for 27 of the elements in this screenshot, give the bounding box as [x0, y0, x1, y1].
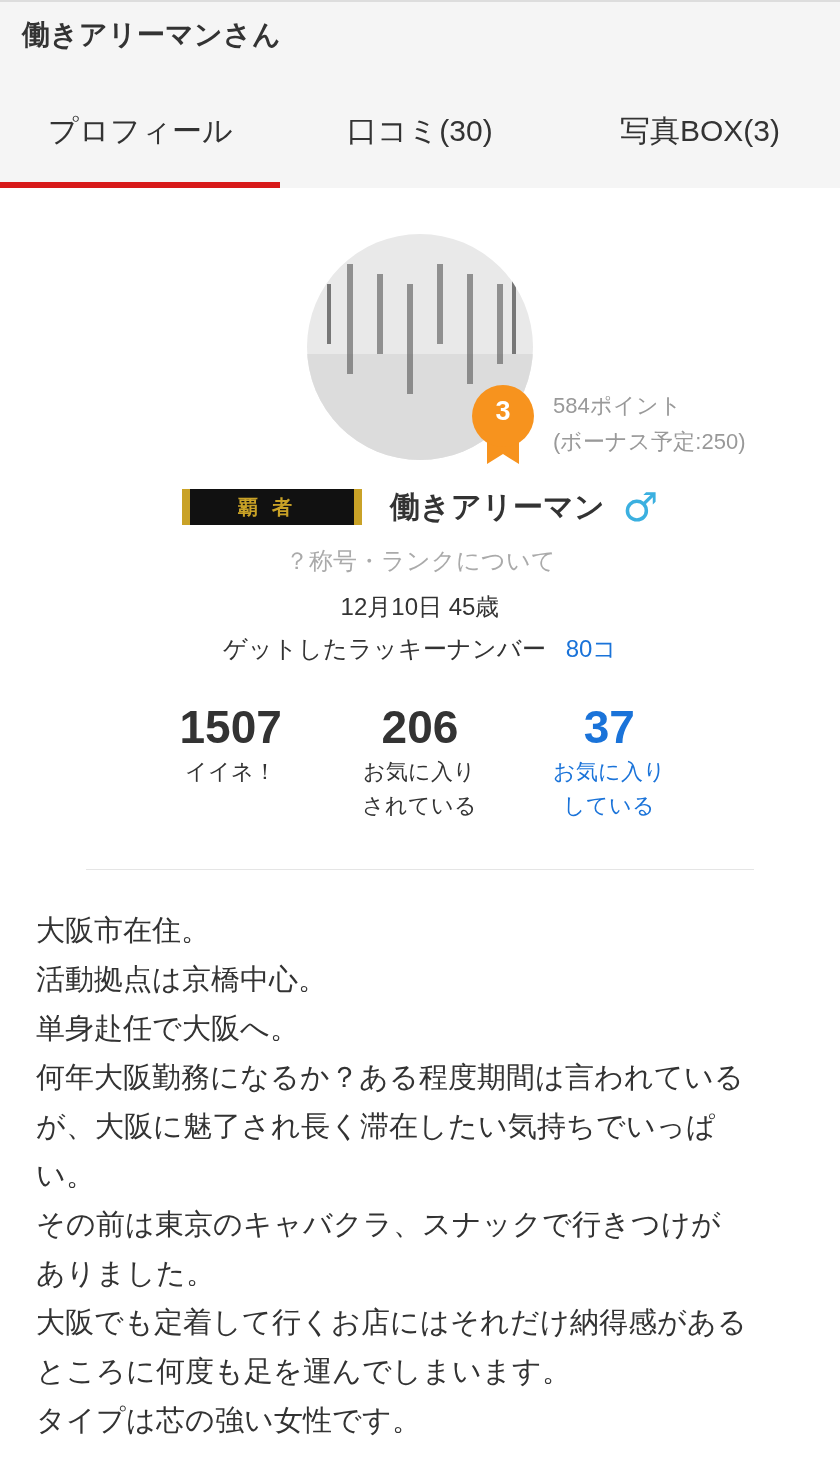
points-text: 584ポイント: [553, 392, 683, 420]
bio-text: タイプは芯の強い女性です。: [36, 1403, 422, 1438]
stat-label: されている: [362, 792, 478, 820]
bio-text: その前は東京のキャバクラ、スナックで行きつけがありました。: [36, 1207, 722, 1291]
birthday-age: 12月10日 45歳: [340, 592, 500, 622]
male-symbol: ♂: [622, 486, 659, 527]
lucky-number-link[interactable]: 80コ: [565, 631, 618, 667]
bio-text: 活動拠点は京橋中心。: [36, 962, 328, 997]
bonus-text: (ボーナス予定:250): [553, 428, 747, 456]
bio-text: 単身赴任で大阪へ。: [36, 1011, 300, 1046]
stat-label[interactable]: している: [563, 789, 656, 823]
page-title: 働きアリーマンさん: [22, 19, 281, 50]
tab[interactable]: プロフィール: [0, 82, 280, 188]
stat-value[interactable]: 37: [583, 699, 635, 755]
stat-label: イイネ！: [185, 758, 277, 786]
bio-text: 大阪でも定着して行くお店にはそれだけ納得感があるところに何度も足を運んでしまいます。: [36, 1305, 748, 1389]
tab[interactable]: 写真BOX(3): [560, 82, 840, 188]
stat-value: 206: [381, 700, 459, 755]
stat-value: 1507: [179, 700, 282, 755]
stat-label[interactable]: お気に入り: [552, 755, 666, 789]
user-name: 働きアリーマン: [389, 489, 605, 525]
bio-text: 大阪市在住。: [36, 913, 211, 948]
lucky-number-label: ゲットしたラッキーナンバー: [222, 634, 546, 664]
rank-title-badge: 覇者: [181, 488, 362, 525]
tab[interactable]: 口コミ(30): [280, 82, 560, 188]
bio-text: 何年大阪勤務になるか？ある程度期間は言われているが、大阪に魅了され長く滞在したい気持ちでいっぱい。: [36, 1060, 745, 1193]
stat-label: お気に入り: [363, 758, 477, 786]
